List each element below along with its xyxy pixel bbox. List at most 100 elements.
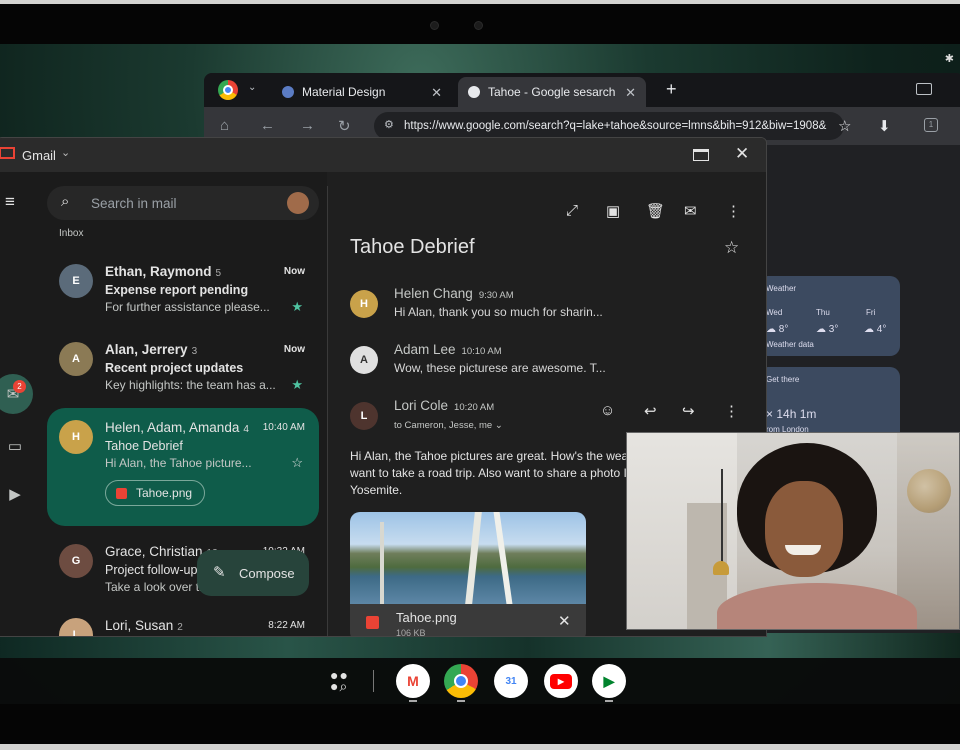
directions-title: Get there [766, 375, 800, 384]
download-icon[interactable]: ⬇ [878, 117, 891, 135]
chrome-app-icon[interactable] [444, 664, 478, 698]
video-call-tile[interactable] [626, 432, 960, 630]
reply-icon[interactable]: ↩ [644, 402, 657, 420]
avatar: H [59, 420, 93, 454]
star-icon[interactable]: ★ [291, 377, 303, 393]
calendar-app-icon[interactable]: 31 [494, 664, 528, 698]
chevron-down-icon[interactable]: ⌄ [61, 146, 70, 159]
forward-icon[interactable]: ↪ [682, 402, 695, 420]
running-indicator [457, 700, 465, 702]
rail-mail[interactable]: ✉ 2 [0, 372, 33, 416]
tab-count-icon[interactable]: 1 [924, 118, 938, 132]
mail-time: Now [283, 344, 305, 355]
image-file-icon [116, 488, 127, 499]
forward-icon[interactable]: → [300, 117, 315, 134]
thread-message[interactable]: A Adam Lee 10:10 AM Wow, these picturese … [350, 342, 760, 386]
chrome-tabstrip: ⌄ Material Design ✕ Tahoe - Google sesar… [204, 73, 960, 107]
bluetooth-icon: ✱ [944, 53, 954, 65]
avatar: L [59, 618, 93, 636]
star-icon[interactable]: ★ [291, 299, 303, 315]
mail-sender: Ethan, Raymond 5 [105, 264, 222, 279]
tab-material-design[interactable]: Material Design ✕ [272, 77, 452, 107]
message-sender: Helen Chang 9:30 AM [394, 286, 514, 301]
list-item[interactable]: E Ethan, Raymond 5 Now Expense report pen… [47, 252, 319, 326]
star-outline-icon[interactable]: ☆ [724, 238, 739, 258]
compose-button[interactable]: ✎ Compose [197, 550, 309, 596]
close-tab-icon[interactable]: ✕ [625, 85, 636, 101]
message-sender: Adam Lee 10:10 AM [394, 342, 502, 357]
home-icon[interactable]: ⌂ [220, 117, 229, 134]
list-item[interactable]: L Lori, Susan 2 8:22 AM [47, 610, 319, 636]
more-vert-icon[interactable]: ⋮ [724, 402, 739, 420]
avatar: G [59, 544, 93, 578]
star-outline-icon[interactable]: ☆ [291, 455, 303, 471]
inbox-label: Inbox [59, 228, 84, 239]
open-in-new-icon[interactable]: ⤢ [566, 202, 578, 219]
emoji-icon[interactable]: ☺ [600, 402, 615, 419]
chevron-down-icon[interactable]: ⌄ [248, 82, 256, 93]
participant-smile [785, 545, 821, 555]
tab-tahoe-search[interactable]: Tahoe - Google sesarch ✕ [458, 77, 646, 107]
archive-icon[interactable]: ▣ [606, 202, 620, 220]
running-indicator [605, 700, 613, 702]
address-bar[interactable]: ⚙ https://www.google.com/search?q=lake+t… [374, 112, 844, 140]
cloud-icon: ☁ [816, 324, 829, 335]
avatar: A [350, 346, 378, 374]
mail-snippet: For further assistance please... [105, 300, 270, 314]
message-snippet: Hi Alan, thank you so much for sharin... [394, 305, 603, 319]
message-body: Hi Alan, the Tahoe pictures are great. H… [350, 449, 632, 497]
gmail-app-icon[interactable]: M [396, 664, 430, 698]
mail-sender: Lori, Susan 2 [105, 618, 183, 633]
app-title: Gmail [22, 148, 56, 163]
mail-time: 8:22 AM [268, 620, 305, 631]
weather-temp: ☁ 8° [766, 324, 789, 335]
attachment-card[interactable]: Tahoe.png 106 KB ✕ [350, 512, 586, 636]
message-snippet: Wow, these picturese are awesome. T... [394, 361, 606, 375]
tahoe-photo [350, 512, 586, 604]
weather-data-label: Weather data [766, 340, 814, 349]
attachment-chip[interactable]: Tahoe.png [105, 480, 206, 506]
close-icon[interactable]: ✕ [558, 612, 571, 630]
reload-icon[interactable]: ↻ [338, 117, 351, 135]
list-item[interactable]: A Alan, Jerrery 3 Now Recent project upda… [47, 330, 319, 404]
mark-unread-icon[interactable]: ✉ [684, 202, 697, 220]
image-file-icon [366, 616, 379, 629]
back-icon[interactable]: ← [260, 117, 275, 134]
rail-meet[interactable]: ▶ [0, 472, 33, 516]
list-item-selected[interactable]: H Helen, Adam, Amanda 4 10:40 AM Tahoe De… [47, 408, 319, 526]
google-favicon-icon [468, 86, 480, 98]
weather-card[interactable]: Weather Wed Thu Fri ☁ 8° ☁ 3° ☁ 4° Weath… [758, 276, 900, 356]
thread-message[interactable]: H Helen Chang 9:30 AM Hi Alan, thank you … [350, 286, 760, 330]
device-frame: ✱ ⌄ Material Design ✕ Tahoe - Google ses… [0, 0, 960, 750]
launcher-icon[interactable]: ●● ●⌕ [330, 668, 352, 693]
mail-time: 10:40 AM [262, 422, 305, 433]
meet-app-icon[interactable]: ▶ [592, 664, 626, 698]
attachment-chip-label: Tahoe.png [136, 486, 193, 500]
mail-subject: Expense report pending [105, 283, 249, 297]
material-favicon-icon [282, 86, 294, 98]
close-tab-icon[interactable]: ✕ [431, 85, 442, 101]
search-input[interactable]: ⌕ Search in mail [47, 186, 319, 220]
site-info-icon[interactable]: ⚙ [384, 118, 394, 131]
avatar[interactable] [287, 192, 309, 214]
new-tab-icon[interactable]: + [666, 79, 677, 100]
bookmark-star-icon[interactable]: ☆ [838, 117, 851, 135]
front-sensor [474, 21, 483, 30]
mail-time: Now [283, 266, 305, 277]
weather-day: Wed [766, 308, 783, 317]
chrome-logo-icon[interactable] [218, 80, 238, 100]
window-maximize-icon[interactable] [693, 149, 709, 161]
running-indicator [409, 700, 417, 702]
window-maximize-icon[interactable] [916, 83, 932, 95]
rail-chat[interactable]: ▭ [0, 424, 33, 468]
front-camera [430, 21, 439, 30]
delete-icon[interactable]: 🗑 [646, 202, 665, 220]
mail-snippet: Hi Alan, the Tahoe picture... [105, 456, 252, 470]
menu-icon[interactable]: ≡ [5, 192, 15, 212]
message-recipients[interactable]: to Cameron, Jesse, me ⌄ [394, 420, 503, 431]
desktop-screen: ✱ ⌄ Material Design ✕ Tahoe - Google ses… [0, 44, 960, 704]
more-vert-icon[interactable]: ⋮ [726, 202, 741, 220]
youtube-app-icon[interactable]: ▶ [544, 664, 578, 698]
gmail-titlebar: Gmail ⌄ ✕ [0, 138, 766, 172]
window-close-icon[interactable]: ✕ [735, 144, 749, 164]
